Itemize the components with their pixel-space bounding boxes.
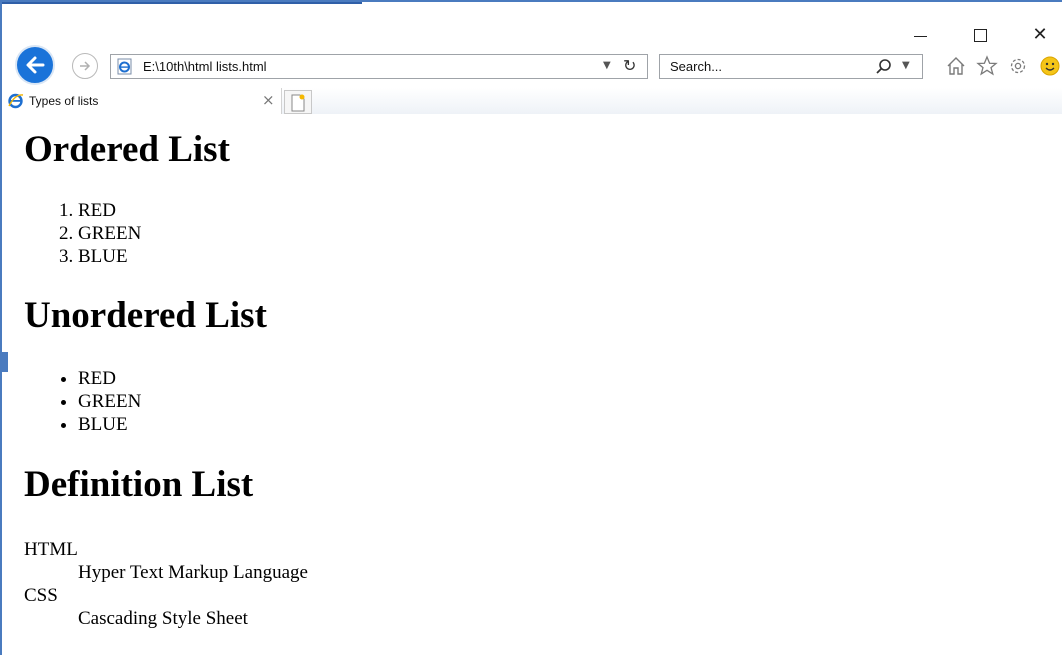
close-window-button[interactable]: ✕ <box>1025 24 1055 46</box>
definition-description: Hyper Text Markup Language <box>78 562 308 583</box>
unordered-list-item: RED <box>78 367 141 390</box>
ie-page-icon <box>117 58 132 75</box>
forward-arrow-icon <box>80 61 91 71</box>
tab-close-icon[interactable]: × <box>262 91 275 109</box>
search-icon[interactable] <box>875 58 893 76</box>
unordered-list-item: GREEN <box>78 390 141 413</box>
browser-window: ✕ E:\10th\html lists.html ▼ ↻ Search... … <box>0 0 1062 655</box>
refresh-icon[interactable]: ↻ <box>623 56 636 75</box>
ordered-list-item: BLUE <box>78 245 141 268</box>
search-box[interactable]: Search... ▼ <box>659 54 923 79</box>
home-icon[interactable] <box>944 54 968 78</box>
new-tab-button[interactable] <box>284 90 312 114</box>
definition-list-heading: Definition List <box>24 464 254 505</box>
ordered-list: RED GREEN BLUE <box>24 199 141 268</box>
unordered-list-heading: Unordered List <box>24 295 267 336</box>
search-dropdown-icon[interactable]: ▼ <box>902 60 910 71</box>
definition-list: HTML Hyper Text Markup Language CSS Casc… <box>24 538 308 630</box>
minimize-button[interactable] <box>906 24 936 46</box>
ordered-list-item: RED <box>78 199 141 222</box>
search-input[interactable]: Search... <box>670 59 722 74</box>
favorites-star-icon[interactable] <box>975 54 999 78</box>
ordered-list-heading: Ordered List <box>24 129 230 170</box>
window-top-edge <box>2 2 362 4</box>
address-dropdown-icon[interactable]: ▼ <box>603 60 611 71</box>
tab-strip: Types of lists × <box>4 88 1062 114</box>
forward-button[interactable] <box>72 53 98 79</box>
definition-description: Cascading Style Sheet <box>78 608 248 629</box>
ordered-list-item: GREEN <box>78 222 141 245</box>
unordered-list: RED GREEN BLUE <box>24 367 141 436</box>
settings-gear-icon[interactable] <box>1006 54 1030 78</box>
back-button[interactable] <box>15 45 55 85</box>
tab-title: Types of lists <box>29 94 99 108</box>
page-content: Ordered List RED GREEN BLUE Unordered Li… <box>4 114 1062 657</box>
address-url[interactable]: E:\10th\html lists.html <box>143 59 267 74</box>
smiley-feedback-icon[interactable] <box>1038 54 1062 78</box>
maximize-button[interactable] <box>965 24 995 46</box>
address-bar[interactable]: E:\10th\html lists.html ▼ ↻ <box>110 54 648 79</box>
definition-term: HTML <box>24 539 78 560</box>
new-tab-icon <box>291 94 305 112</box>
ie-tab-icon <box>8 93 24 109</box>
tab-types-of-lists[interactable]: Types of lists × <box>4 88 282 114</box>
unordered-list-item: BLUE <box>78 413 141 436</box>
definition-term: CSS <box>24 585 58 606</box>
back-arrow-icon <box>26 56 45 74</box>
